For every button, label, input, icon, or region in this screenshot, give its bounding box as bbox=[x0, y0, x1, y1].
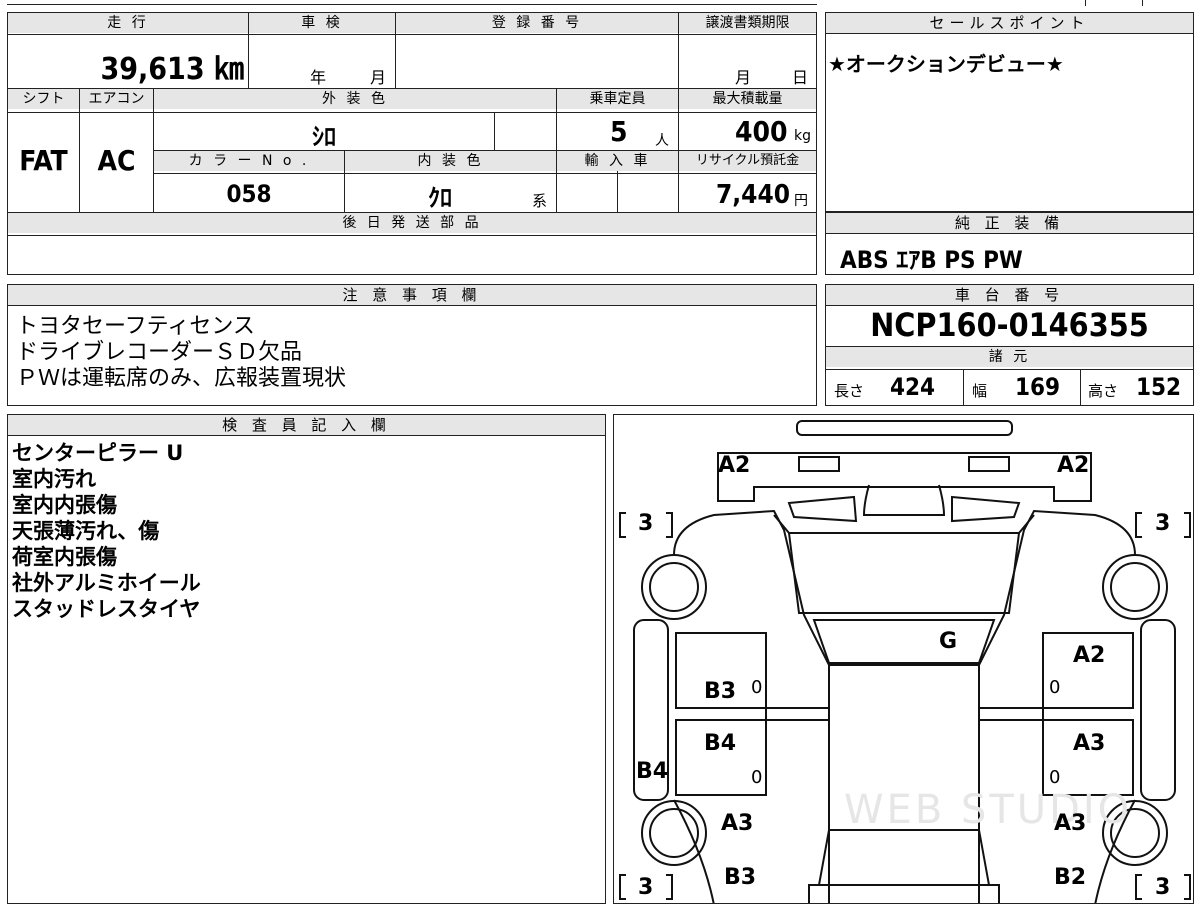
zero-mark: 0 bbox=[751, 677, 763, 698]
color-no-value: 058 bbox=[226, 180, 272, 208]
equipment-text: ABS ｴｱB PS PW bbox=[840, 246, 1023, 274]
length-label: 長さ bbox=[834, 382, 865, 400]
mark-left-rear-door: B4 bbox=[704, 731, 737, 756]
inspector-line: 室内汚れ bbox=[12, 467, 96, 491]
interior-color-header: 内 装 色 bbox=[345, 151, 556, 171]
watermark: WEB STUDIO bbox=[844, 787, 1133, 833]
inspection-month: 月 bbox=[370, 68, 387, 87]
zero-mark: 0 bbox=[751, 767, 763, 788]
tire-rear-right: 3 bbox=[1155, 875, 1171, 900]
recycle-unit: 円 bbox=[794, 193, 808, 209]
transfer-month: 月 bbox=[735, 68, 752, 87]
exterior-color-header: 外 装 色 bbox=[154, 89, 556, 109]
mark-front-left: A2 bbox=[718, 453, 751, 478]
specs-header: 諸 元 bbox=[826, 347, 1193, 367]
mark-front-right: A2 bbox=[1057, 453, 1090, 478]
notes-header: 注 意 事 項 欄 bbox=[8, 285, 816, 306]
inspector-line: センターピラー U bbox=[12, 441, 184, 465]
mileage-header: 走 行 bbox=[8, 13, 248, 33]
shift-header: シフト bbox=[8, 89, 79, 109]
sales-point-box bbox=[825, 12, 1194, 212]
tire-front-right: 3 bbox=[1155, 511, 1171, 536]
note-line: トヨタセーフティセンス bbox=[16, 314, 255, 339]
height-value: 152 bbox=[1136, 373, 1182, 401]
sales-point-text: ★オークションデビュー★ bbox=[828, 52, 1064, 76]
length-value: 424 bbox=[890, 373, 936, 401]
inspection-header: 車 検 bbox=[249, 13, 395, 33]
max-load-value: 400 bbox=[735, 115, 788, 148]
chassis-header: 車 台 番 号 bbox=[826, 285, 1193, 306]
aircon-value: AC bbox=[97, 144, 136, 177]
sales-point-header: セールスポイント bbox=[826, 13, 1193, 34]
recycle-header: リサイクル預託金 bbox=[679, 151, 816, 171]
capacity-unit: 人 bbox=[655, 133, 669, 149]
mark-left-rear: B3 bbox=[724, 865, 757, 890]
inspector-lines: センターピラー U 室内汚れ 室内内張傷 天張薄汚れ、傷 荷室内張傷 社外アルミ… bbox=[12, 440, 201, 622]
inspector-line: スタッドレスタイヤ bbox=[12, 597, 201, 621]
inspector-header: 検 査 員 記 入 欄 bbox=[8, 415, 605, 436]
mark-right-front-door: A2 bbox=[1073, 643, 1106, 668]
zero-mark: 0 bbox=[1049, 767, 1061, 788]
transfer-deadline-header: 譲渡書類期限 bbox=[679, 13, 816, 33]
chassis-number: NCP160-0146355 bbox=[870, 306, 1149, 344]
later-parts-header: 後 日 発 送 部 品 bbox=[8, 213, 816, 233]
height-label: 高さ bbox=[1088, 382, 1119, 400]
aircon-header: エアコン bbox=[80, 89, 153, 109]
max-load-header: 最大積載量 bbox=[679, 89, 816, 109]
mark-glass: G bbox=[939, 629, 958, 654]
mileage-value: 39,613 ㎞ bbox=[100, 52, 244, 87]
import-header: 輸 入 車 bbox=[557, 151, 678, 171]
notes-lines: トヨタセーフティセンス ドライブレコーダーＳＤ欠品 ＰＷは運転席のみ、広報装置現… bbox=[16, 314, 346, 392]
tire-rear-left: 3 bbox=[638, 875, 654, 900]
tire-front-left: 3 bbox=[638, 511, 654, 536]
mark-left-front-door: B3 bbox=[704, 679, 737, 704]
registration-header: 登 録 番 号 bbox=[396, 13, 678, 33]
mark-right-rear: B2 bbox=[1054, 865, 1087, 890]
transfer-day: 日 bbox=[792, 68, 809, 87]
capacity-value: 5 bbox=[610, 115, 628, 148]
car-diagram: WEB STUDIO A2 A2 G A2 B3 B4 B4 A3 A3 A3 … bbox=[613, 414, 1194, 904]
width-value: 169 bbox=[1015, 373, 1061, 401]
equipment-header: 純 正 装 備 bbox=[826, 213, 1193, 234]
width-label: 幅 bbox=[972, 382, 988, 400]
top-border bbox=[7, 4, 817, 5]
inspector-line: 室内内張傷 bbox=[12, 493, 117, 517]
zero-mark: 0 bbox=[1049, 677, 1061, 698]
inspector-line: 天張薄汚れ、傷 bbox=[12, 519, 160, 543]
note-line: ドライブレコーダーＳＤ欠品 bbox=[16, 340, 303, 365]
exterior-color-value: ｼﾛ bbox=[312, 123, 336, 151]
capacity-header: 乗車定員 bbox=[557, 89, 678, 109]
color-no-header: カ ラ ー N o . bbox=[154, 151, 344, 171]
mark-left-sill: B4 bbox=[636, 759, 669, 784]
interior-color-value: ｸﾛ bbox=[428, 184, 452, 212]
inspector-line: 社外アルミホイール bbox=[12, 571, 201, 595]
mark-right-rear-fender: A3 bbox=[1054, 811, 1087, 836]
shift-value: FAT bbox=[19, 144, 68, 177]
max-load-unit: kg bbox=[794, 128, 811, 144]
recycle-value: 7,440 bbox=[716, 180, 790, 210]
interior-suffix: 系 bbox=[532, 192, 548, 210]
mark-left-rear-fender: A3 bbox=[721, 811, 754, 836]
inspector-line: 荷室内張傷 bbox=[12, 545, 117, 569]
note-line: ＰＷは運転席のみ、広報装置現状 bbox=[16, 366, 347, 391]
mark-right-rear-door: A3 bbox=[1073, 731, 1106, 756]
inspection-year: 年 bbox=[310, 68, 327, 87]
